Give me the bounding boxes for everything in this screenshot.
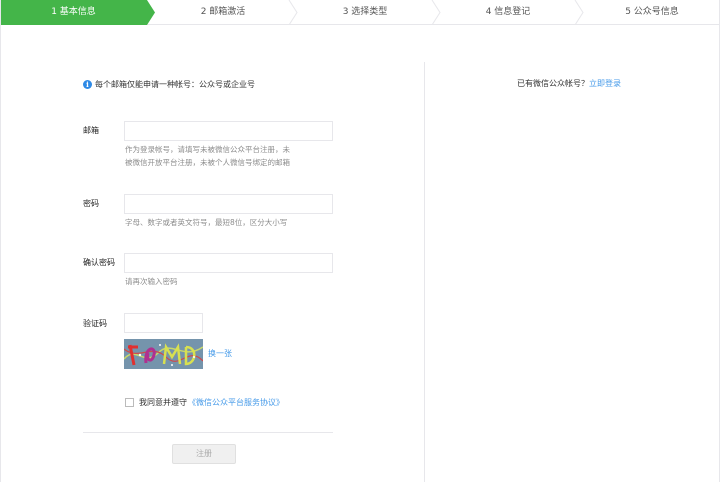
password-field[interactable] [124,194,333,214]
email-hint-line: 被微信开放平台注册，未被个人微信号绑定的邮箱 [125,158,290,167]
email-hint-line: 作为登录帐号，请填写未被微信公众平台注册，未 [125,145,290,154]
form-divider [83,432,333,433]
password-hint: 字母、数字或者英文符号，最短8位，区分大小写 [125,218,288,227]
step-info-registration: 4 信息登记 [443,0,573,25]
column-divider [424,62,425,482]
confirm-password-hint: 请再次输入密码 [125,277,178,286]
email-notice: i 每个邮箱仅能申请一种帐号：公众号或企业号 [83,78,255,90]
info-icon: i [83,79,92,89]
step-account-info: 5 公众号信息 [586,0,718,25]
agreement-checkbox[interactable] [125,398,134,407]
register-button[interactable]: 注册 [172,444,236,464]
refresh-captcha-link[interactable]: 换一张 [208,348,232,359]
password-label: 密码 [83,199,99,208]
notice-text: 每个邮箱仅能申请一种帐号：公众号或企业号 [95,79,255,89]
captcha-input[interactable] [124,313,203,333]
step-label: 2 邮箱激活 [200,7,246,17]
agreement-row: 我同意并遵守 《微信公众平台服务协议》 [125,397,284,408]
captcha-label: 验证码 [83,319,107,328]
step-basic-info: 1 基本信息 [0,0,147,25]
step-select-type: 3 选择类型 [300,0,430,25]
step-label: 4 信息登记 [485,7,531,17]
email-hint: 作为登录帐号，请填写未被微信公众平台注册，未 被微信开放平台注册，未被个人微信号… [125,143,290,169]
step-label: 1 基本信息 [51,7,96,17]
step-label: 3 选择类型 [342,7,388,17]
login-hint-text: 已有微信公众帐号？ [517,79,589,88]
step-label: 5 公众号信息 [625,7,679,17]
service-agreement-link[interactable]: 《微信公众平台服务协议》 [188,397,284,408]
step-progress-bar: 1 基本信息 2 邮箱激活 3 选择类型 4 信息登记 5 公众号信息 [0,0,720,25]
page-frame [0,0,720,482]
agreement-text: 我同意并遵守 [139,398,187,407]
email-field[interactable] [124,121,333,141]
captcha-image[interactable] [124,339,203,369]
registration-page: 1 基本信息 2 邮箱激活 3 选择类型 4 信息登记 5 公众号信息 i 每个… [0,0,720,482]
email-label: 邮箱 [83,126,99,135]
login-hint: 已有微信公众帐号？立即登录 [517,78,621,89]
step-email-activation: 2 邮箱激活 [158,0,288,25]
login-link[interactable]: 立即登录 [589,79,621,88]
confirm-password-label: 确认密码 [83,258,115,267]
confirm-password-field[interactable] [124,253,333,273]
